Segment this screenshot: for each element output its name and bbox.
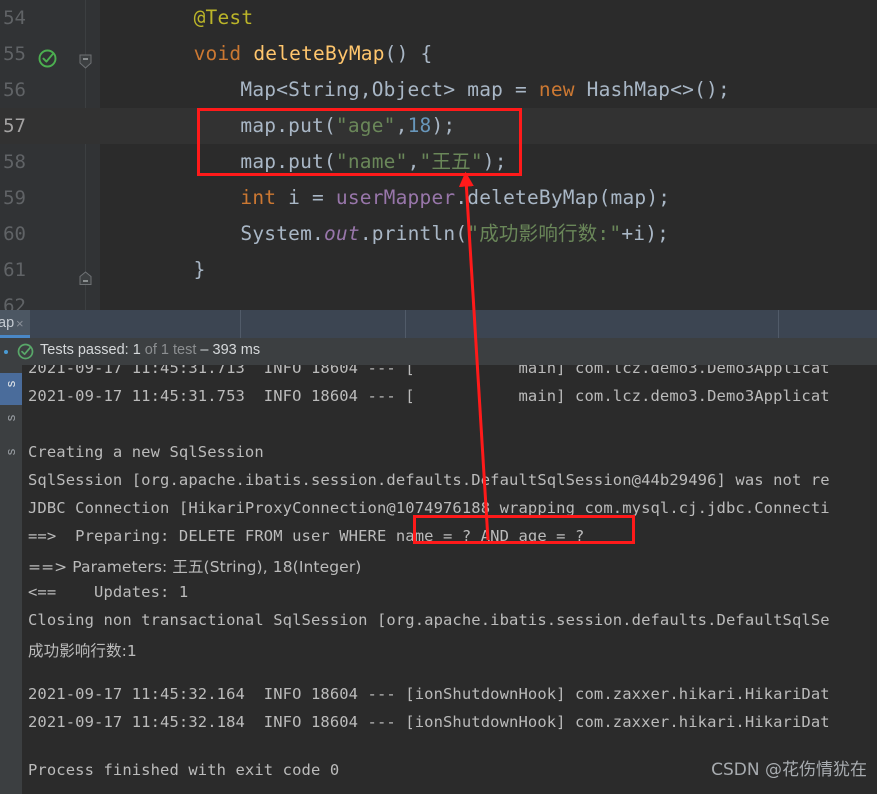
code-line[interactable]: 60 System.out.println("成功影响行数:"+i); xyxy=(0,216,877,252)
console-side-tab-label: s xyxy=(3,414,18,422)
code-token: map.put( xyxy=(240,150,336,173)
tests-passed-total: of 1 test xyxy=(140,342,201,358)
close-icon[interactable]: × xyxy=(16,316,24,331)
console-line: ==> Parameters: 王五(String), 18(Integer) xyxy=(28,558,362,576)
tab-divider xyxy=(405,310,406,338)
tests-passed-separator: – xyxy=(200,342,213,358)
code-token: , xyxy=(407,150,420,173)
test-status-bar: Tests passed: 1 of 1 test – 393 ms xyxy=(0,338,877,365)
console-line: ==> Preparing: DELETE FROM user WHERE na… xyxy=(28,527,585,545)
line-number: 55 xyxy=(3,43,26,65)
code-token: System. xyxy=(240,222,324,245)
console-line: Closing non transactional SqlSession [or… xyxy=(28,611,830,629)
code-token: "name" xyxy=(335,150,408,173)
code-line-text: map.put("name","王五"); xyxy=(240,144,506,180)
console-output-panel[interactable]: s s s 2021-09-17 11:45:31.713 INFO 18604 -… xyxy=(0,365,877,794)
code-token: () { xyxy=(384,42,433,65)
tests-duration: 393 ms xyxy=(212,342,261,358)
console-side-tab-label: s xyxy=(3,380,18,388)
code-token: 18 xyxy=(407,114,432,137)
code-line[interactable]: 58 map.put("name","王五"); xyxy=(0,144,877,180)
line-number: 60 xyxy=(3,223,26,245)
line-number: 58 xyxy=(3,151,26,173)
code-line[interactable]: 56 Map<String,Object> map = new HashMap<>… xyxy=(0,72,877,108)
fold-collapse-icon[interactable] xyxy=(78,46,93,69)
code-token: Map<String,Object> map = xyxy=(240,78,539,101)
code-line-text: } xyxy=(194,252,206,288)
line-number: 57 xyxy=(3,115,26,137)
code-token: userMapper xyxy=(335,186,456,209)
console-line: 2021-09-17 11:45:31.753 INFO 18604 --- [… xyxy=(28,387,830,405)
console-side-tab[interactable]: s xyxy=(0,407,22,439)
code-token: } xyxy=(193,258,206,281)
tests-passed-text: Tests passed: 1 of 1 test – 393 ms xyxy=(40,342,260,358)
csdn-watermark: CSDN @花伤情犹在 xyxy=(711,760,867,780)
line-number: 61 xyxy=(3,259,26,281)
run-test-check-icon[interactable] xyxy=(38,45,57,68)
console-line: 2021-09-17 11:45:32.184 INFO 18604 --- [… xyxy=(28,713,830,731)
line-number: 59 xyxy=(3,187,26,209)
tab-divider xyxy=(778,310,779,338)
code-token: new xyxy=(538,78,575,101)
tests-passed-check-icon xyxy=(17,343,34,360)
console-line: SqlSession [org.apache.ibatis.session.de… xyxy=(28,471,830,489)
console-line: 2021-09-17 11:45:32.164 INFO 18604 --- [… xyxy=(28,685,830,703)
line-number: 62 xyxy=(3,295,26,310)
code-token: , xyxy=(395,114,408,137)
code-line-text: Map<String,Object> map = new HashMap<>()… xyxy=(240,72,730,108)
console-line: 2021-09-17 11:45:31.713 INFO 18604 --- [… xyxy=(28,365,830,377)
run-tab-label[interactable]: ap xyxy=(0,315,14,331)
code-token: "成功影响行数:" xyxy=(467,222,622,245)
console-side-tab[interactable]: s xyxy=(0,441,22,473)
code-line[interactable]: 57 map.put("age",18); xyxy=(0,108,877,144)
line-number: 54 xyxy=(3,7,26,29)
code-token: .println( xyxy=(359,222,468,245)
console-line: 成功影响行数:1 xyxy=(28,642,137,660)
code-token: .deleteByMap(map); xyxy=(455,186,671,209)
code-token: void xyxy=(193,42,242,65)
code-token: i = xyxy=(276,186,336,209)
fold-end-icon[interactable] xyxy=(78,263,93,285)
code-token: out xyxy=(323,222,360,245)
code-token: +i); xyxy=(621,222,670,245)
code-token: deleteByMap xyxy=(253,42,385,65)
code-line[interactable]: 62 xyxy=(0,288,877,310)
code-line[interactable]: 54 @Test xyxy=(0,0,877,36)
console-line: <== Updates: 1 xyxy=(28,583,189,601)
code-token: ); xyxy=(482,150,507,173)
code-editor[interactable]: 54 @Test 55 void deleteByMap() { 56 Map<Strin… xyxy=(0,0,877,310)
code-line[interactable]: 61} xyxy=(0,252,877,288)
code-token: HashMap<>(); xyxy=(574,78,730,101)
code-line-text: void deleteByMap() { xyxy=(194,36,433,72)
status-dot-icon xyxy=(4,350,8,354)
code-line[interactable]: 59 int i = userMapper.deleteByMap(map); xyxy=(0,180,877,216)
line-number: 56 xyxy=(3,79,26,101)
console-line: Creating a new SqlSession xyxy=(28,443,264,461)
run-tab-bar[interactable]: ap × xyxy=(0,310,877,338)
console-line: JDBC Connection [HikariProxyConnection@1… xyxy=(28,499,830,517)
code-line[interactable]: 55 void deleteByMap() { xyxy=(0,36,877,72)
code-line-text: System.out.println("成功影响行数:"+i); xyxy=(240,216,669,252)
console-side-tab-label: s xyxy=(3,448,18,456)
tests-passed-prefix: Tests passed: xyxy=(40,342,133,358)
tests-passed-count: 1 xyxy=(132,342,141,358)
code-token: ); xyxy=(431,114,456,137)
code-line-text: int i = userMapper.deleteByMap(map); xyxy=(240,180,670,216)
code-line-list: 54 @Test 55 void deleteByMap() { 56 Map<Strin… xyxy=(0,0,877,310)
code-line-text: map.put("age",18); xyxy=(240,108,455,144)
tab-divider xyxy=(240,310,241,338)
code-token: "王五" xyxy=(419,150,483,173)
console-side-tab[interactable]: s xyxy=(0,373,22,405)
code-line-text: @Test xyxy=(194,0,254,36)
code-token: @Test xyxy=(193,6,254,29)
code-token: map.put( xyxy=(240,114,336,137)
code-token: "age" xyxy=(335,114,396,137)
code-token: int xyxy=(240,186,277,209)
console-line: Process finished with exit code 0 xyxy=(28,761,340,779)
